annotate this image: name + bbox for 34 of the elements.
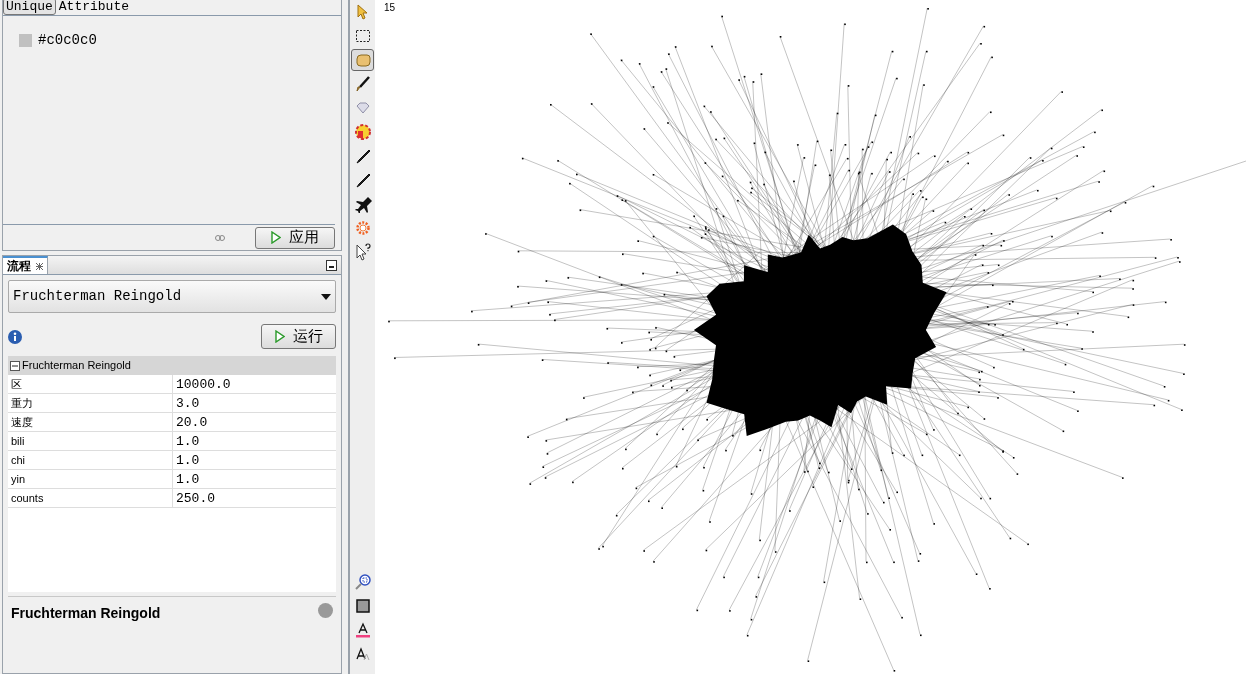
property-name: 重力 bbox=[8, 394, 173, 412]
property-name: yin bbox=[8, 470, 173, 488]
panel-tab[interactable]: 流程 bbox=[3, 256, 48, 274]
property-name: bili bbox=[8, 432, 173, 450]
property-name: 速度 bbox=[8, 413, 173, 431]
property-value[interactable]: 10000.0 bbox=[173, 375, 336, 393]
property-value[interactable]: 3.0 bbox=[173, 394, 336, 412]
dropdown-value: Fruchterman Reingold bbox=[13, 287, 182, 306]
description-title: Fruchterman Reingold bbox=[11, 604, 161, 623]
tab[interactable]: Attribute bbox=[55, 0, 133, 15]
property-value[interactable]: 1.0 bbox=[173, 432, 336, 450]
apply-button[interactable]: 应用 bbox=[255, 226, 335, 249]
property-group-header[interactable]: Fruchterman Reingold bbox=[8, 356, 336, 375]
play-icon bbox=[274, 330, 285, 343]
property-name: 区 bbox=[8, 375, 173, 393]
property-name: chi bbox=[8, 451, 173, 469]
property-value[interactable]: 20.0 bbox=[173, 413, 336, 431]
minimize-icon[interactable] bbox=[326, 259, 337, 271]
tab[interactable]: Unique bbox=[3, 0, 56, 15]
color-swatch[interactable] bbox=[19, 34, 32, 47]
property-value[interactable]: 1.0 bbox=[173, 470, 336, 488]
info-icon[interactable] bbox=[8, 329, 22, 344]
property-value[interactable]: 250.0 bbox=[173, 489, 336, 507]
canvas-label: 15 bbox=[384, 1, 396, 15]
color-label: #c0c0c0 bbox=[38, 31, 97, 50]
collapse-icon[interactable] bbox=[10, 360, 20, 371]
link-icon[interactable] bbox=[215, 234, 225, 241]
close-icon[interactable] bbox=[36, 262, 43, 270]
dropdown-arrow-icon bbox=[321, 293, 331, 300]
play-icon bbox=[271, 231, 281, 244]
run-button[interactable]: 运行 bbox=[261, 324, 336, 349]
algorithm-dropdown[interactable]: Fruchterman Reingold bbox=[8, 280, 336, 313]
property-value[interactable]: 1.0 bbox=[173, 451, 336, 469]
property-name: counts bbox=[8, 489, 173, 507]
